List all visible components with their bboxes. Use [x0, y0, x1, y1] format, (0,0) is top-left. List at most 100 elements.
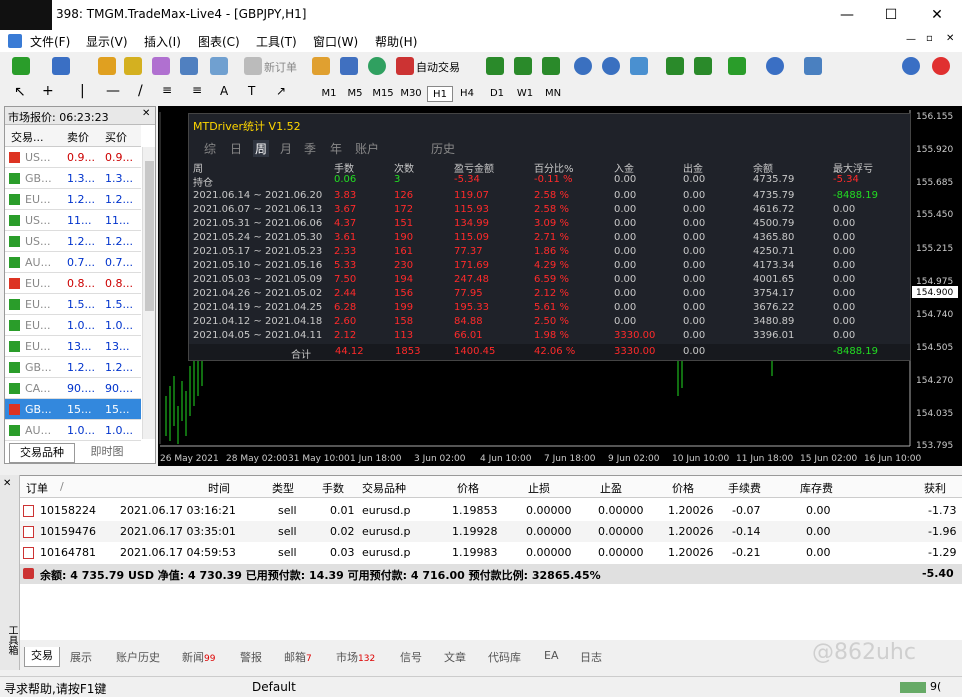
- tf-mn[interactable]: MN: [540, 86, 566, 102]
- col-tp[interactable]: 止盈: [600, 480, 622, 496]
- tester-icon[interactable]: [210, 57, 228, 75]
- market-row[interactable]: US... 11... 11...: [5, 210, 141, 231]
- col-swap[interactable]: 库存费: [800, 480, 833, 496]
- signal-icon[interactable]: [368, 57, 386, 75]
- menu-tools[interactable]: 工具(T): [256, 33, 297, 50]
- market-row[interactable]: US... 1.2... 1.2...: [5, 231, 141, 252]
- market-row[interactable]: GB... 1.2... 1.2...: [5, 357, 141, 378]
- col-lots[interactable]: 手数: [322, 480, 344, 496]
- col-commission[interactable]: 手续费: [728, 480, 761, 496]
- tf-m15[interactable]: M15: [370, 86, 396, 102]
- tf-m30[interactable]: M30: [398, 86, 424, 102]
- col-order[interactable]: 订单: [26, 480, 48, 496]
- indicators-icon[interactable]: [728, 57, 746, 75]
- menu-window[interactable]: 窗口(W): [313, 33, 358, 50]
- col-time[interactable]: 时间: [208, 480, 230, 496]
- new-order-icon[interactable]: [244, 57, 262, 75]
- toolbox-sidebar[interactable]: ✕ 工具箱: [0, 475, 20, 670]
- mdi-close-icon[interactable]: ✕: [946, 33, 954, 44]
- terminal-tab[interactable]: EA: [544, 649, 558, 662]
- terminal-tab[interactable]: 代码库: [488, 649, 521, 665]
- close-button[interactable]: ✕: [914, 0, 960, 30]
- col-current-price[interactable]: 价格: [672, 480, 694, 496]
- terminal-tab[interactable]: 账户历史: [116, 649, 160, 665]
- stats-tab-history[interactable]: 历史: [431, 140, 455, 157]
- templates-icon[interactable]: [804, 57, 822, 75]
- market-watch-icon[interactable]: [98, 57, 116, 75]
- terminal-tab[interactable]: 文章: [444, 649, 466, 665]
- vertical-line-icon[interactable]: |: [80, 83, 85, 99]
- tf-d1[interactable]: D1: [484, 86, 510, 102]
- market-row[interactable]: EU... 1.5... 1.5...: [5, 294, 141, 315]
- market-row[interactable]: AU... 0.7... 0.7...: [5, 252, 141, 273]
- navigator-icon[interactable]: [124, 57, 142, 75]
- market-row[interactable]: EU... 1.0... 1.0...: [5, 315, 141, 336]
- fibonacci-icon[interactable]: ≡: [192, 83, 202, 97]
- candle-chart-icon[interactable]: [514, 57, 532, 75]
- stats-tab-day[interactable]: 日: [230, 140, 242, 157]
- zoom-in-icon[interactable]: [574, 57, 592, 75]
- scroll-thumb[interactable]: [145, 161, 154, 311]
- new-order-button[interactable]: 新订单: [264, 59, 297, 75]
- menu-file[interactable]: 文件(F): [30, 33, 70, 50]
- crosshair-icon[interactable]: +: [42, 83, 54, 99]
- text-icon[interactable]: A: [220, 84, 228, 98]
- tf-m1[interactable]: M1: [316, 86, 342, 102]
- metaeditor-icon[interactable]: [312, 57, 330, 75]
- market-row[interactable]: US... 0.9... 0.9...: [5, 147, 141, 168]
- terminal-icon[interactable]: [180, 57, 198, 75]
- market-row[interactable]: EU... 13... 13...: [5, 336, 141, 357]
- tf-w1[interactable]: W1: [512, 86, 538, 102]
- order-row[interactable]: 10159476 2021.06.17 03:35:01 sell 0.02 eurus…: [20, 521, 962, 542]
- new-chart-icon[interactable]: [12, 57, 30, 75]
- terminal-tab[interactable]: 日志: [580, 649, 602, 665]
- stats-tab-year[interactable]: 年: [330, 140, 342, 157]
- close-icon[interactable]: ✕: [142, 108, 150, 119]
- terminal-tab[interactable]: 交易: [24, 647, 60, 667]
- terminal-tab[interactable]: 展示: [70, 649, 92, 665]
- col-price[interactable]: 价格: [457, 480, 479, 496]
- stats-tab-week[interactable]: 周: [253, 140, 270, 157]
- menu-chart[interactable]: 图表(C): [198, 33, 240, 50]
- tab-symbols[interactable]: 交易品种: [9, 443, 75, 463]
- market-row[interactable]: CA... 90.... 90....: [5, 378, 141, 399]
- market-row[interactable]: EU... 0.8... 0.8...: [5, 273, 141, 294]
- data-window-icon[interactable]: [152, 57, 170, 75]
- col-sl[interactable]: 止损: [528, 480, 550, 496]
- stats-tab-account[interactable]: 账户: [355, 140, 379, 157]
- stats-tab-quarter[interactable]: 季: [304, 140, 316, 157]
- auto-trade-icon[interactable]: [396, 57, 414, 75]
- autoscroll-icon[interactable]: [694, 57, 712, 75]
- terminal-tab[interactable]: 市场132: [336, 649, 375, 665]
- zoom-out-icon[interactable]: [602, 57, 620, 75]
- maximize-button[interactable]: ☐: [868, 0, 914, 30]
- profiles-icon[interactable]: [52, 57, 70, 75]
- tile-windows-icon[interactable]: [630, 57, 648, 75]
- col-symbol[interactable]: 交易...: [11, 129, 44, 145]
- auto-trade-button[interactable]: 自动交易: [416, 59, 460, 75]
- horizontal-line-icon[interactable]: —: [106, 83, 120, 99]
- bar-chart-icon[interactable]: [486, 57, 504, 75]
- menu-help[interactable]: 帮助(H): [375, 33, 417, 50]
- periods-icon[interactable]: [766, 57, 784, 75]
- col-type[interactable]: 类型: [272, 480, 294, 496]
- close-icon[interactable]: ✕: [3, 478, 11, 489]
- cursor-icon[interactable]: ↖: [14, 84, 26, 100]
- col-profit[interactable]: 获利: [924, 480, 946, 496]
- text-label-icon[interactable]: T: [248, 84, 255, 98]
- col-bid[interactable]: 卖价: [67, 129, 89, 145]
- order-row[interactable]: 10164781 2021.06.17 04:59:53 sell 0.03 eurus…: [20, 542, 962, 563]
- tf-h4[interactable]: H4: [454, 86, 480, 102]
- tf-h1[interactable]: H1: [427, 86, 453, 102]
- market-row[interactable]: GB... 15... 15...: [5, 399, 141, 420]
- channel-icon[interactable]: ≡: [162, 83, 172, 97]
- market-scrollbar[interactable]: [142, 147, 155, 439]
- order-row[interactable]: 10158224 2021.06.17 03:16:21 sell 0.01 eurus…: [20, 500, 962, 521]
- sort-icon[interactable]: /: [60, 480, 64, 493]
- minimize-button[interactable]: —: [824, 0, 870, 30]
- stats-tab-overview[interactable]: 综: [204, 140, 216, 157]
- terminal-tab[interactable]: 信号: [400, 649, 422, 665]
- menu-insert[interactable]: 插入(I): [144, 33, 181, 50]
- arrows-icon[interactable]: ↗: [276, 84, 286, 98]
- mdi-restore-icon[interactable]: ▫: [926, 33, 933, 44]
